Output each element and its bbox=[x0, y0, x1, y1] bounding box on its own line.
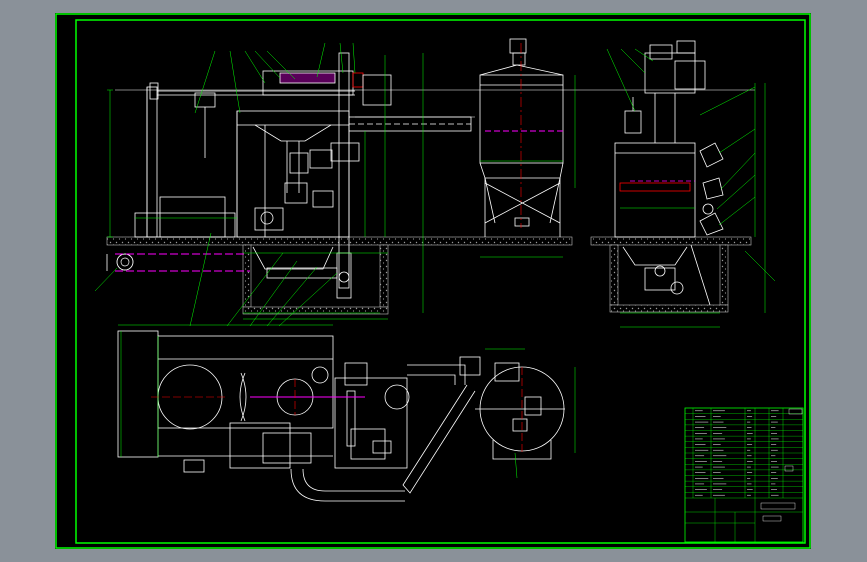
drawing-canvas bbox=[55, 13, 811, 549]
outer-border bbox=[55, 13, 811, 549]
ground-strip-left bbox=[106, 236, 573, 246]
plan-dimensions bbox=[118, 324, 576, 479]
pit-foundation-right bbox=[609, 244, 729, 313]
title-block bbox=[684, 407, 804, 543]
cad-viewport bbox=[0, 0, 867, 562]
pit-foundation-left bbox=[242, 244, 389, 315]
side-elevation bbox=[614, 40, 724, 306]
drawing-sheet bbox=[55, 13, 811, 549]
reference-lines bbox=[115, 89, 755, 118]
inner-border bbox=[75, 19, 806, 544]
underground-fan bbox=[106, 253, 134, 271]
silo bbox=[479, 38, 564, 237]
ground-strip-right bbox=[590, 236, 752, 246]
plan-view bbox=[117, 330, 565, 502]
dimensions bbox=[107, 53, 766, 328]
